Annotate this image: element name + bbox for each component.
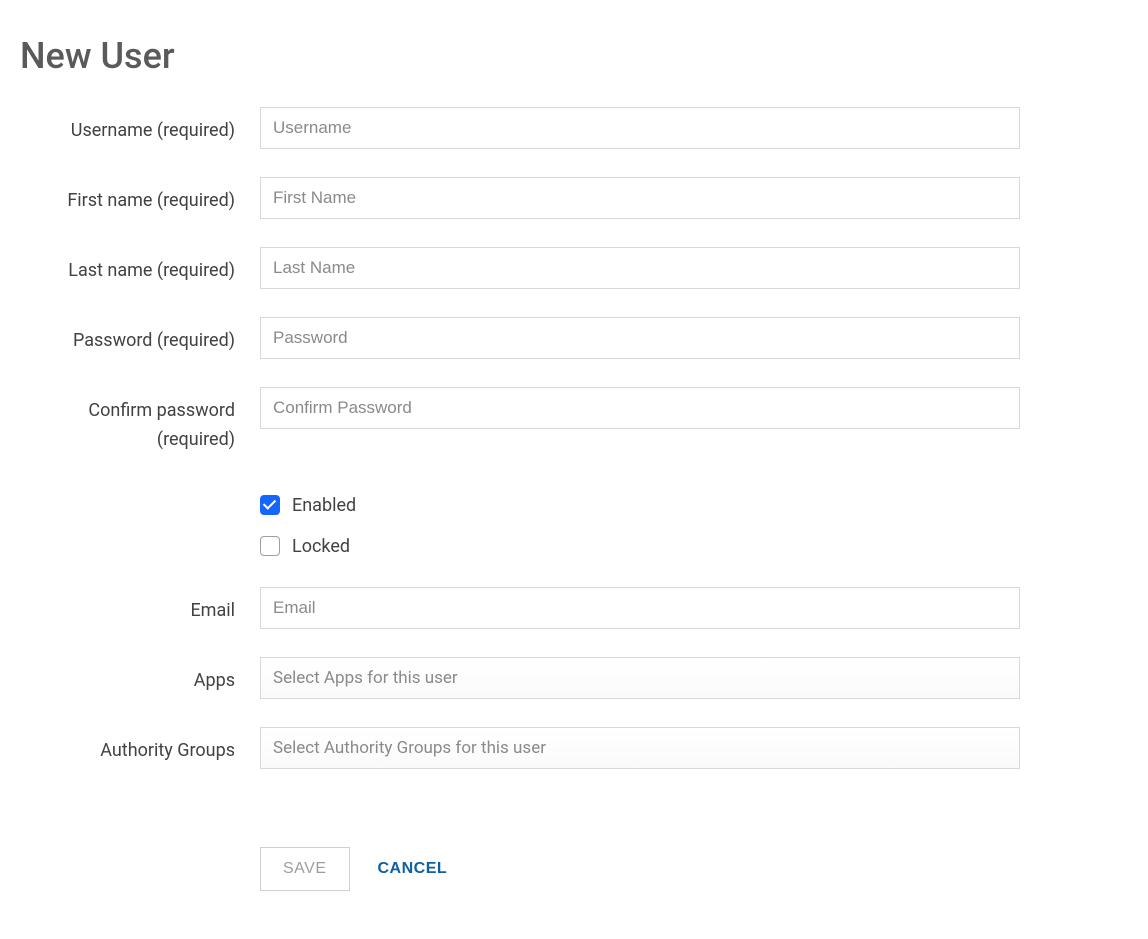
confirm-password-input[interactable] xyxy=(260,387,1020,429)
page-title: New User xyxy=(20,35,1128,77)
row-enabled: Enabled xyxy=(20,495,1128,516)
label-last-name: Last name (required) xyxy=(20,247,260,286)
email-input[interactable] xyxy=(260,587,1020,629)
label-apps: Apps xyxy=(20,657,260,696)
label-username: Username (required) xyxy=(20,107,260,146)
apps-select[interactable]: Select Apps for this user xyxy=(260,657,1020,699)
row-authority-groups: Authority Groups Select Authority Groups… xyxy=(20,727,1128,769)
enabled-checkbox[interactable] xyxy=(260,495,280,515)
cancel-button[interactable]: Cancel xyxy=(378,860,448,878)
row-apps: Apps Select Apps for this user xyxy=(20,657,1128,699)
last-name-input[interactable] xyxy=(260,247,1020,289)
label-authority-groups: Authority Groups xyxy=(20,727,260,766)
locked-checkbox[interactable] xyxy=(260,536,280,556)
locked-checkbox-label: Locked xyxy=(292,536,350,557)
row-first-name: First name (required) xyxy=(20,177,1128,219)
row-confirm-password: Confirm password (required) xyxy=(20,387,1128,455)
label-locked-empty xyxy=(20,536,260,546)
row-locked: Locked xyxy=(20,536,1128,557)
password-input[interactable] xyxy=(260,317,1020,359)
username-input[interactable] xyxy=(260,107,1020,149)
label-email: Email xyxy=(20,587,260,626)
row-last-name: Last name (required) xyxy=(20,247,1128,289)
enabled-checkbox-label: Enabled xyxy=(292,495,356,516)
label-first-name: First name (required) xyxy=(20,177,260,216)
first-name-input[interactable] xyxy=(260,177,1020,219)
new-user-form: Username (required) First name (required… xyxy=(20,107,1128,891)
save-button[interactable]: Save xyxy=(260,847,350,891)
row-password: Password (required) xyxy=(20,317,1128,359)
label-enabled-empty xyxy=(20,495,260,505)
row-username: Username (required) xyxy=(20,107,1128,149)
authority-groups-select[interactable]: Select Authority Groups for this user xyxy=(260,727,1020,769)
row-actions: Save Cancel xyxy=(20,797,1128,891)
row-email: Email xyxy=(20,587,1128,629)
label-confirm-password: Confirm password (required) xyxy=(20,387,260,455)
label-password: Password (required) xyxy=(20,317,260,356)
